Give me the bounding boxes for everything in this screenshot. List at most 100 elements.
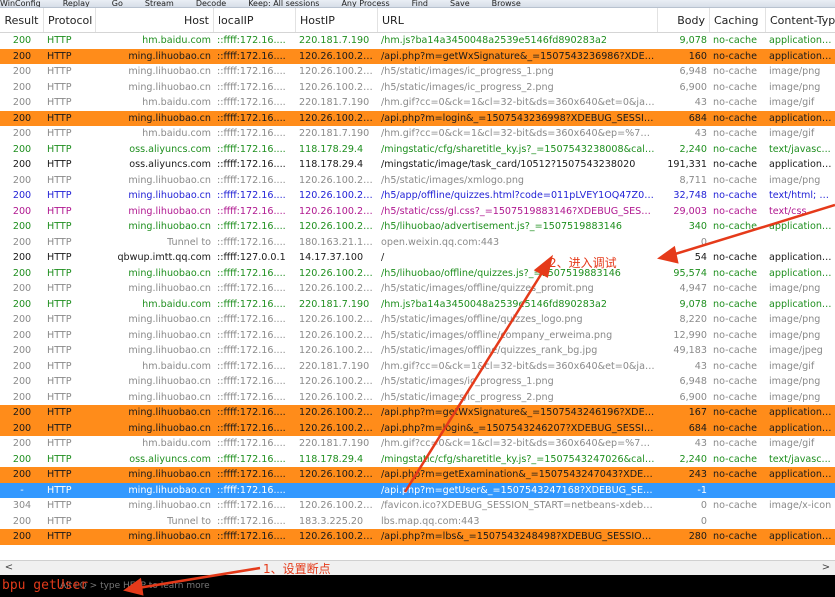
session-row[interactable]: 200 HTTP ming.lihuobao.cn::ffff:172.16....… [0, 266, 835, 282]
session-row[interactable]: 200 HTTP ming.lihuobao.cn::ffff:172.16....… [0, 188, 835, 204]
cell-result: 200 [12, 515, 32, 527]
toolbar-item[interactable]: Find [412, 0, 428, 7]
session-row[interactable]: 200 HTTP ming.lihuobao.cn::ffff:172.16....… [0, 219, 835, 235]
cell-localip: ::ffff:172.16.... [217, 422, 286, 434]
cell-localip: ::ffff:172.16.... [217, 438, 286, 449]
cell-hostip: 120.26.100.228 [299, 407, 376, 418]
cell-ctype: application/... [769, 267, 835, 279]
cell-protocol: HTTP [47, 190, 72, 201]
scroll-right-icon[interactable]: > [819, 561, 833, 575]
session-row[interactable]: 200 HTTP hm.baidu.com::ffff:172.16.... 220.… [0, 436, 835, 452]
session-row[interactable]: 200 HTTP oss.aliyuncs.com::ffff:172.16....… [0, 142, 835, 158]
column-header-host[interactable]: Host [96, 8, 214, 32]
cell-result: 200 [12, 81, 32, 93]
toolbar-item[interactable]: Stream [145, 0, 174, 7]
session-row[interactable]: 200 HTTP qbwup.imtt.qq.com::ffff:127.0.0.1… [0, 250, 835, 266]
scroll-left-icon[interactable]: < [2, 561, 16, 575]
cell-url: /hm.gif?cc=0&ck=1&cl=32-bit&ds=360x640&e… [381, 438, 658, 449]
column-header-result[interactable]: Result [0, 8, 44, 32]
cell-protocol: HTTP [47, 314, 72, 325]
session-row[interactable]: 200 HTTP ming.lihuobao.cn::ffff:172.16....… [0, 48, 835, 64]
cell-localip: ::ffff:172.16.... [217, 81, 286, 93]
session-row[interactable]: 200 HTTP ming.lihuobao.cn::ffff:172.16....… [0, 529, 835, 545]
session-row[interactable]: 200 HTTP Tunnel to::ffff:172.16.... 183.3.2… [0, 514, 835, 530]
session-row[interactable]: 200 HTTP hm.baidu.com::ffff:172.16.... 220.… [0, 33, 835, 49]
cell-url: /mingstatic/cfg/sharetitle_ky.js?_=15075… [381, 453, 658, 465]
column-header-hostip[interactable]: HostIP [296, 8, 378, 32]
session-row[interactable]: 200 HTTP ming.lihuobao.cn::ffff:172.16....… [0, 374, 835, 390]
session-row[interactable]: 200 HTTP ming.lihuobao.cn::ffff:172.16....… [0, 173, 835, 189]
session-row[interactable]: 200 HTTP ming.lihuobao.cn::ffff:172.16....… [0, 64, 835, 80]
toolbar-item[interactable]: Replay [63, 0, 90, 7]
cell-ctype: image/gif [769, 97, 815, 108]
session-row[interactable]: 200 HTTP ming.lihuobao.cn::ffff:172.16....… [0, 110, 835, 126]
cell-localip: ::ffff:127.0.0.1 [217, 252, 286, 263]
column-header-protocol[interactable]: Protocol [44, 8, 96, 32]
session-row[interactable]: 200 HTTP oss.aliyuncs.com::ffff:172.16....… [0, 157, 835, 173]
toolbar-item[interactable]: Go [112, 0, 123, 7]
cell-url: /h5/static/css/gl.css?_=1507519883146?XD… [381, 205, 658, 217]
cell-localip: ::ffff:172.16.... [217, 159, 286, 170]
column-header-caching[interactable]: Caching [710, 8, 766, 32]
session-row[interactable]: 200 HTTP hm.baidu.com::ffff:172.16.... 220.… [0, 95, 835, 111]
cell-protocol: HTTP [47, 453, 72, 465]
toolbar-item[interactable]: Keep: All sessions [248, 0, 319, 7]
cell-hostip: 120.26.100.228 [299, 531, 376, 542]
cell-ctype: image/png [769, 314, 821, 325]
cell-result: 200 [12, 236, 32, 248]
cell-url: /h5/static/images/offline/quizzes_promit… [381, 283, 594, 294]
session-row[interactable]: 200 HTTP ming.lihuobao.cn::ffff:172.16....… [0, 343, 835, 359]
toolbar-item[interactable]: WinConfig [0, 0, 41, 7]
column-header-body[interactable]: Body [658, 8, 710, 32]
cell-result: 200 [12, 50, 32, 62]
session-row[interactable]: 200 HTTP ming.lihuobao.cn::ffff:172.16....… [0, 420, 835, 436]
toolbar-item[interactable]: Save [450, 0, 470, 7]
column-header-content-type[interactable]: Content-Type [766, 8, 835, 32]
cell-caching: no-cache [713, 376, 758, 387]
session-row[interactable]: 200 HTTP ming.lihuobao.cn::ffff:172.16....… [0, 467, 835, 483]
cell-caching: no-cache [713, 205, 758, 217]
cell-url: /mingstatic/cfg/sharetitle_ky.js?_=15075… [381, 143, 658, 155]
session-row[interactable]: 200 HTTP hm.baidu.com::ffff:172.16.... 220.… [0, 297, 835, 313]
quickexec-input[interactable]: bpu getUser [2, 578, 88, 594]
session-row[interactable]: 200 HTTP ming.lihuobao.cn::ffff:172.16....… [0, 204, 835, 220]
session-row[interactable]: 200 HTTP oss.aliyuncs.com::ffff:172.16....… [0, 452, 835, 468]
cell-body: 54 [694, 252, 707, 263]
cell-url: /api.php?m=lbs&_=1507543248498?XDEBUG_SE… [381, 531, 658, 542]
cell-body: 29,003 [673, 205, 707, 217]
cell-result: 200 [12, 314, 32, 325]
cell-ctype: application/... [769, 112, 835, 124]
cell-body: 8,220 [679, 314, 707, 325]
cell-hostip: 120.26.100.228 [299, 391, 376, 403]
toolbar-item[interactable]: Any Process [341, 0, 389, 7]
toolbar-item[interactable]: Decode [196, 0, 226, 7]
cell-protocol: HTTP [47, 329, 72, 341]
column-header-url[interactable]: URL [378, 8, 658, 32]
cell-localip: ::ffff:172.16.... [217, 298, 286, 310]
toolbar-item[interactable]: Browse [492, 0, 521, 7]
column-header-localip[interactable]: localIP [214, 8, 296, 32]
session-row-selected[interactable]: - HTTP ming.lihuobao.cn::ffff:172.16.... /a… [0, 482, 835, 499]
session-row[interactable]: 200 HTTP ming.lihuobao.cn::ffff:172.16....… [0, 390, 835, 406]
cell-protocol: HTTP [47, 422, 72, 434]
session-row[interactable]: 200 HTTP ming.lihuobao.cn::ffff:172.16....… [0, 328, 835, 344]
cell-protocol: HTTP [47, 283, 72, 294]
cell-result: 304 [12, 500, 32, 511]
cell-localip: ::ffff:172.16.... [217, 190, 286, 201]
cell-ctype: application/... [769, 469, 835, 480]
cell-body: 6,948 [679, 376, 707, 387]
session-row[interactable]: 200 HTTP ming.lihuobao.cn::ffff:172.16....… [0, 80, 835, 96]
session-row[interactable]: 200 HTTP ming.lihuobao.cn::ffff:172.16....… [0, 312, 835, 328]
horizontal-scrollbar[interactable]: < > [0, 560, 835, 575]
cell-ctype: application/... [769, 159, 835, 170]
cell-host: oss.aliyuncs.com [129, 159, 211, 170]
cell-host: hm.baidu.com [142, 128, 211, 139]
session-row[interactable]: 200 HTTP Tunnel to::ffff:172.16.... 180.163… [0, 235, 835, 251]
session-row[interactable]: 200 HTTP ming.lihuobao.cn::ffff:172.16....… [0, 281, 835, 297]
cell-localip: ::ffff:172.16.... [217, 112, 286, 124]
session-row[interactable]: 200 HTTP hm.baidu.com::ffff:172.16.... 220.… [0, 126, 835, 142]
cell-hostip [296, 483, 378, 499]
session-row[interactable]: 304 HTTP ming.lihuobao.cn::ffff:172.16....… [0, 498, 835, 514]
session-row[interactable]: 200 HTTP ming.lihuobao.cn::ffff:172.16....… [0, 405, 835, 421]
session-row[interactable]: 200 HTTP hm.baidu.com::ffff:172.16.... 220.… [0, 359, 835, 375]
